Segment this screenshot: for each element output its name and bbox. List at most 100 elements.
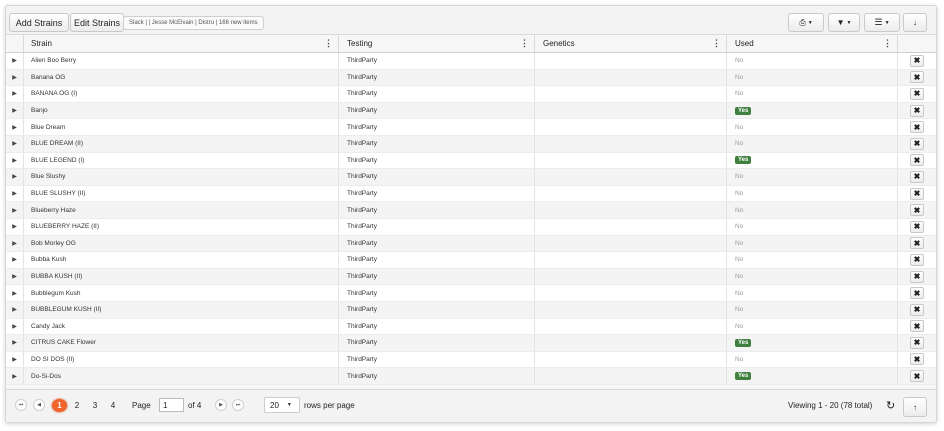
- table-row[interactable]: ▶ DO SI DOS (II) ThirdParty No ✖: [6, 351, 936, 369]
- expand-row-toggle[interactable]: ▶: [6, 318, 24, 335]
- used-no-text: No: [735, 140, 744, 148]
- delete-row-button[interactable]: ✖: [910, 287, 924, 300]
- expand-row-toggle[interactable]: ▶: [6, 202, 24, 218]
- expand-row-toggle[interactable]: ▶: [6, 169, 24, 185]
- column-header-strain[interactable]: Strain ⋮: [24, 35, 339, 52]
- page-4-button[interactable]: 4: [108, 399, 118, 412]
- delete-row-button[interactable]: ✖: [910, 320, 924, 333]
- expand-row-toggle[interactable]: ▶: [6, 53, 24, 69]
- expand-row-toggle[interactable]: ▶: [6, 102, 24, 119]
- used-cell: No: [727, 235, 898, 252]
- first-page-button[interactable]: ⏮: [15, 399, 27, 411]
- filter-menu-button[interactable]: ▼ ▼: [828, 13, 860, 32]
- table-row[interactable]: ▶ Bubblegum Kush ThirdParty No ✖: [6, 285, 936, 302]
- table-row[interactable]: ▶ BLUE SLUSHY (II) ThirdParty No ✖: [6, 185, 936, 203]
- next-page-button[interactable]: ▶: [215, 399, 227, 411]
- table-row[interactable]: ▶ BLUEBERRY HAZE (II) ThirdParty No ✖: [6, 218, 936, 236]
- strain-cell: Bob Morley OG: [24, 235, 339, 252]
- expand-row-toggle[interactable]: ▶: [6, 218, 24, 235]
- column-header-genetics[interactable]: Genetics ⋮: [535, 35, 727, 52]
- refresh-icon[interactable]: ↻: [886, 399, 895, 412]
- delete-row-button[interactable]: ✖: [910, 104, 924, 117]
- table-row[interactable]: ▶ BUBBLEGUM KUSH (II) ThirdParty No ✖: [6, 301, 936, 319]
- upload-button[interactable]: ↑: [903, 397, 927, 417]
- delete-row-button[interactable]: ✖: [910, 154, 924, 167]
- used-cell: Yes: [727, 152, 898, 169]
- strain-cell: BLUE SLUSHY (II): [24, 185, 339, 202]
- table-row[interactable]: ▶ CITRUS CAKE Flower ThirdParty Yes ✖: [6, 335, 936, 352]
- expand-row-toggle[interactable]: ▶: [6, 135, 24, 152]
- edit-strains-button[interactable]: Edit Strains: [70, 13, 124, 32]
- columns-menu-button[interactable]: ☰ ▼: [864, 13, 900, 32]
- table-row[interactable]: ▶ Alien Boo Berry ThirdParty No ✖: [6, 53, 936, 70]
- caret-right-icon: ▶: [12, 340, 17, 347]
- column-menu-icon[interactable]: ⋮: [520, 38, 529, 49]
- delete-row-button[interactable]: ✖: [910, 137, 924, 150]
- caret-down-icon: ▼: [286, 402, 292, 408]
- column-header-used[interactable]: Used ⋮: [727, 35, 898, 52]
- caret-right-icon: ▶: [12, 240, 17, 247]
- delete-row-button[interactable]: ✖: [910, 87, 924, 100]
- actions-cell: ✖: [898, 186, 936, 202]
- table-row[interactable]: ▶ BLUE DREAM (II) ThirdParty No ✖: [6, 135, 936, 153]
- delete-row-button[interactable]: ✖: [910, 370, 924, 383]
- delete-row-button[interactable]: ✖: [910, 121, 924, 134]
- delete-row-button[interactable]: ✖: [910, 220, 924, 233]
- expand-row-toggle[interactable]: ▶: [6, 235, 24, 252]
- delete-row-button[interactable]: ✖: [910, 253, 924, 266]
- expand-row-toggle[interactable]: ▶: [6, 69, 24, 86]
- table-row[interactable]: ▶ Bubba Kush ThirdParty No ✖: [6, 252, 936, 269]
- delete-row-button[interactable]: ✖: [910, 54, 924, 67]
- table-row[interactable]: ▶ Banjo ThirdParty Yes ✖: [6, 102, 936, 120]
- download-button[interactable]: ↓: [903, 13, 927, 32]
- delete-row-button[interactable]: ✖: [910, 71, 924, 84]
- page-3-button[interactable]: 3: [90, 399, 100, 412]
- expand-row-toggle[interactable]: ▶: [6, 252, 24, 268]
- testing-cell: ThirdParty: [339, 351, 535, 368]
- expand-row-toggle[interactable]: ▶: [6, 86, 24, 102]
- page-1-button[interactable]: 1: [52, 399, 67, 412]
- table-row[interactable]: ▶ BLUE LEGEND (I) ThirdParty Yes ✖: [6, 152, 936, 170]
- column-menu-icon[interactable]: ⋮: [883, 38, 892, 49]
- column-menu-icon[interactable]: ⋮: [324, 38, 333, 49]
- table-row[interactable]: ▶ BANANA OG (I) ThirdParty No ✖: [6, 86, 936, 103]
- expand-row-toggle[interactable]: ▶: [6, 119, 24, 135]
- column-header-testing[interactable]: Testing ⋮: [339, 35, 535, 52]
- page-number-input[interactable]: 1: [159, 398, 184, 412]
- rows-per-page-select[interactable]: 20 ▼: [264, 397, 300, 413]
- expand-row-toggle[interactable]: ▶: [6, 335, 24, 351]
- expand-row-toggle[interactable]: ▶: [6, 301, 24, 318]
- expand-row-toggle[interactable]: ▶: [6, 285, 24, 301]
- delete-row-button[interactable]: ✖: [910, 270, 924, 283]
- actions-cell: ✖: [898, 368, 936, 384]
- expand-row-toggle[interactable]: ▶: [6, 268, 24, 285]
- expand-row-toggle[interactable]: ▶: [6, 351, 24, 368]
- last-page-button[interactable]: ⏭: [232, 399, 244, 411]
- table-row[interactable]: ▶ Blue Slushy ThirdParty No ✖: [6, 169, 936, 186]
- column-menu-icon[interactable]: ⋮: [712, 38, 721, 49]
- filter-icon: ▼: [836, 18, 845, 27]
- table-row[interactable]: ▶ Blueberry Haze ThirdParty No ✖: [6, 202, 936, 219]
- expand-row-toggle[interactable]: ▶: [6, 185, 24, 202]
- expand-row-toggle[interactable]: ▶: [6, 152, 24, 169]
- delete-row-button[interactable]: ✖: [910, 353, 924, 366]
- table-row[interactable]: ▶ Do-Si-Dos ThirdParty Yes ✖: [6, 368, 936, 385]
- delete-row-button[interactable]: ✖: [910, 237, 924, 250]
- table-row[interactable]: ▶ BUBBA KUSH (II) ThirdParty No ✖: [6, 268, 936, 286]
- table-row[interactable]: ▶ Candy Jack ThirdParty No ✖: [6, 318, 936, 336]
- prev-page-button[interactable]: ◀: [33, 399, 45, 411]
- table-row[interactable]: ▶ Blue Dream ThirdParty No ✖: [6, 119, 936, 136]
- table-row[interactable]: ▶ Banana OG ThirdParty No ✖: [6, 69, 936, 87]
- print-menu-button[interactable]: ⎙ ▼: [788, 13, 824, 32]
- table-row[interactable]: ▶ Bob Morley OG ThirdParty No ✖: [6, 235, 936, 253]
- delete-row-button[interactable]: ✖: [910, 187, 924, 200]
- add-strains-button[interactable]: Add Strains: [9, 13, 69, 32]
- testing-cell: ThirdParty: [339, 119, 535, 135]
- delete-row-button[interactable]: ✖: [910, 170, 924, 183]
- delete-row-button[interactable]: ✖: [910, 336, 924, 349]
- expand-row-toggle[interactable]: ▶: [6, 368, 24, 384]
- delete-row-button[interactable]: ✖: [910, 303, 924, 316]
- close-icon: ✖: [913, 288, 921, 298]
- delete-row-button[interactable]: ✖: [910, 204, 924, 217]
- page-2-button[interactable]: 2: [72, 399, 82, 412]
